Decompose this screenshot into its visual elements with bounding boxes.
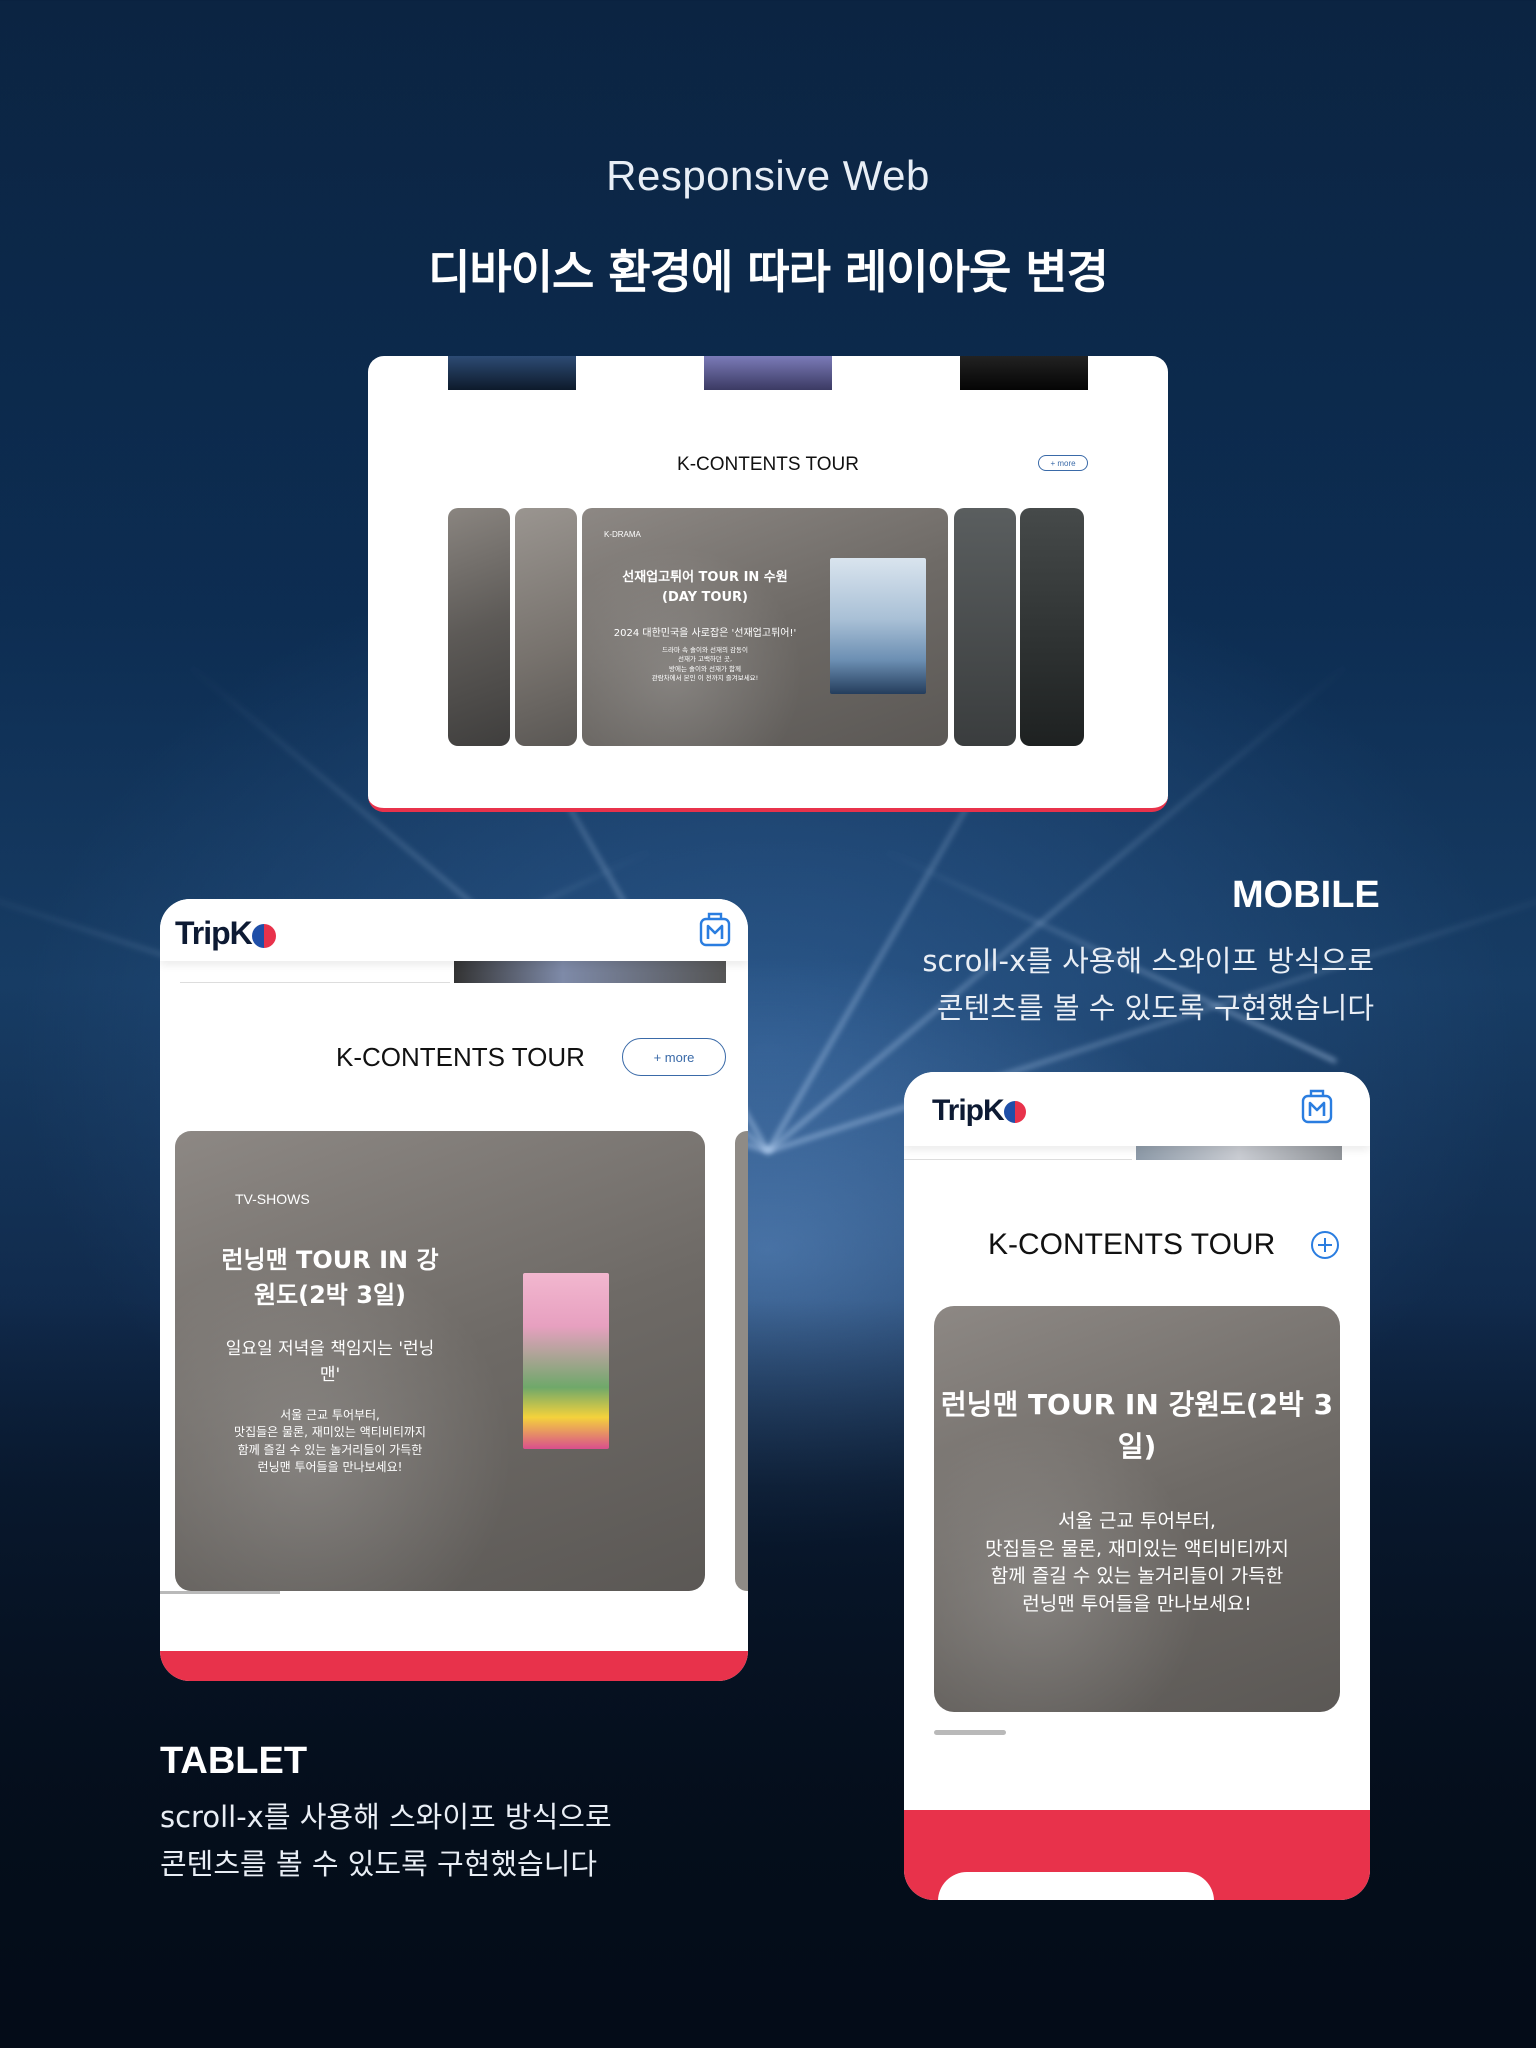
carousel-slide[interactable] <box>954 508 1016 746</box>
carousel-slide-active[interactable]: 런닝맨 TOUR IN 강원도(2박 3 일) 서울 근교 투어부터, 맛집들은… <box>934 1306 1340 1712</box>
slide-title: 선재업고튀어 TOUR IN 수원 (DAY TOUR) <box>622 570 788 605</box>
slide-subtitle: 2024 대한민국을 사로잡은 '선재업고튀어!' <box>613 628 797 639</box>
tablet-label: TABLET <box>160 1740 308 1782</box>
plus-circle-icon[interactable] <box>1310 1230 1340 1260</box>
mobile-preview: TripK K-CONTENTS TOUR 런닝맨 TOUR IN 강원도(2박… <box>904 1072 1370 1900</box>
prev-row-edge <box>180 961 450 983</box>
section-subtitle: Responsive Web <box>606 152 930 199</box>
carousel-slide[interactable] <box>1020 508 1084 746</box>
slide-title: 런닝맨 TOUR IN 강 원도(2박 3일) <box>221 1246 439 1309</box>
footer-bar <box>160 1651 748 1681</box>
slide-subtitle: 일요일 저녁을 책임지는 '런닝 맨' <box>225 1339 435 1385</box>
slide-title: 런닝맨 TOUR IN 강원도(2박 3 일) <box>940 1388 1334 1463</box>
mobile-label: MOBILE <box>1232 874 1380 916</box>
slide-description: 서울 근교 투어부터, 맛집들은 물론, 재미있는 액티비티까지 함께 즐길 수… <box>985 1510 1289 1615</box>
drama-poster <box>830 558 926 694</box>
prev-row-thumbnail <box>454 961 726 983</box>
tablet-label-desc: scroll-x를 사용해 스와이프 방식으로 콘텐츠를 볼 수 있도록 구현했… <box>160 1800 612 1881</box>
slide-description: 드라마 속 솔이와 선재의 감동이 선재가 고백하던 곳, 방에는 솔이와 선재… <box>651 646 759 683</box>
carousel-slide[interactable] <box>735 1131 748 1591</box>
carousel-slide[interactable] <box>448 508 510 746</box>
carousel-slide-active[interactable]: TV-SHOWS 런닝맨 TOUR IN 강 원도(2박 3일) 일요일 저녁을… <box>175 1131 705 1591</box>
slide-description: 서울 근교 투어부터, 맛집들은 물론, 재미있는 액티비티까지 함께 즐길 수… <box>234 1408 426 1475</box>
prev-row-thumbnail <box>1136 1146 1342 1160</box>
tripko-logo[interactable]: TripK <box>175 915 276 952</box>
menu-suitcase-icon[interactable] <box>698 911 732 949</box>
tripko-logo[interactable]: TripK <box>932 1094 1026 1128</box>
desktop-preview: K-CONTENTS TOUR + more K-DRAMA 선재업고튀어 TO… <box>368 356 1168 812</box>
carousel-slide-active[interactable]: K-DRAMA 선재업고튀어 TOUR IN 수원 (DAY TOUR) 202… <box>582 508 948 746</box>
carousel-slide[interactable] <box>515 508 577 746</box>
more-button[interactable]: + more <box>1038 455 1088 471</box>
show-poster <box>523 1273 609 1449</box>
prev-row-edge <box>904 1146 1132 1160</box>
scrollbar[interactable] <box>934 1730 1006 1735</box>
menu-suitcase-icon[interactable] <box>1300 1088 1334 1126</box>
more-button[interactable]: + more <box>622 1038 726 1076</box>
top-nav: TripK <box>904 1072 1370 1146</box>
scrollbar[interactable] <box>160 1591 280 1594</box>
prev-row-thumbnail <box>960 356 1088 390</box>
slide-category: K-DRAMA <box>604 530 641 539</box>
k-contents-title: K-CONTENTS TOUR <box>336 1042 585 1072</box>
k-contents-title: K-CONTENTS TOUR <box>988 1228 1276 1261</box>
prev-row-thumbnail <box>448 356 576 390</box>
top-nav: TripK <box>160 899 748 961</box>
section-title: 디바이스 환경에 따라 레이아웃 변경 <box>428 245 1109 299</box>
footer-bar <box>904 1810 1370 1900</box>
slide-category: TV-SHOWS <box>235 1191 310 1207</box>
mobile-label-desc: scroll-x를 사용해 스와이프 방식으로 콘텐츠를 볼 수 있도록 구현했… <box>922 944 1374 1025</box>
footer-button[interactable] <box>938 1872 1214 1900</box>
prev-row-thumbnail <box>704 356 832 390</box>
tablet-preview: TripK K-CONTENTS TOUR + more TV-SHOWS 런닝… <box>160 899 748 1681</box>
